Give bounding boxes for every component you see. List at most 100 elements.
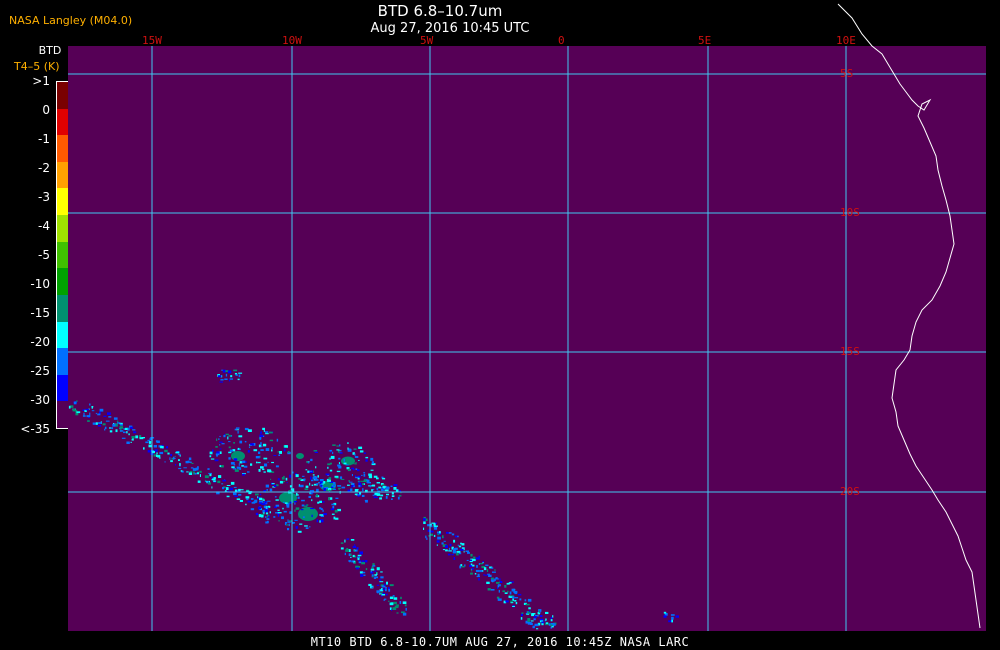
cloud-pixel <box>379 497 382 500</box>
cloud-pixel <box>70 405 74 408</box>
cloud-pixel <box>347 484 350 486</box>
cloud-pixel <box>329 449 333 452</box>
cloud-pixel <box>362 483 364 485</box>
cloud-pixel <box>325 473 330 476</box>
cloud-pixel <box>282 507 284 510</box>
cloud-pixel <box>354 453 356 456</box>
cloud-pixel <box>199 470 202 473</box>
cloud-pixel <box>135 435 139 439</box>
cloud-pixel <box>360 574 364 577</box>
cloud-pixel <box>365 456 369 459</box>
cloud-pixel <box>289 512 292 514</box>
cloud-pixel <box>294 519 298 521</box>
cloud-pixel <box>539 615 543 617</box>
cloud-pixel <box>351 467 354 469</box>
cloud-pixel <box>353 448 357 450</box>
cloud-pixel <box>222 479 227 482</box>
cloud-pixel <box>277 509 280 511</box>
cloud-pixel <box>405 607 407 611</box>
cloud-pixel <box>246 490 250 492</box>
cloud-pixel <box>502 590 506 593</box>
cloud-pixel <box>399 601 402 604</box>
cloud-pixel <box>253 449 258 452</box>
cloud-pixel <box>83 412 85 416</box>
cloud-pixel <box>255 493 259 496</box>
cloud-pixel <box>350 556 352 558</box>
cloud-pixel <box>153 445 157 448</box>
legend-label: -5 <box>38 248 50 262</box>
cloud-pixel <box>105 420 110 422</box>
cloud-pixel <box>232 468 236 470</box>
cloud-pixel <box>520 617 523 620</box>
cloud-pixel <box>363 473 366 477</box>
cloud-pixel <box>238 435 243 438</box>
cloud-pixel <box>227 436 229 440</box>
cloud-pixel <box>91 410 95 412</box>
cloud-pixel <box>348 560 351 562</box>
cloud-pixel <box>321 485 324 489</box>
cloud-pixel <box>449 543 452 547</box>
cloud-pixel <box>246 498 249 501</box>
cloud-pixel <box>238 493 242 496</box>
cloud-pixel <box>385 496 388 499</box>
cloud-pixel <box>346 538 350 540</box>
cloud-pixel <box>316 494 318 497</box>
cloud-pixel <box>230 462 235 465</box>
cloud-pixel <box>448 550 452 552</box>
cloud-pixel <box>269 469 272 473</box>
longitude-label: 5E <box>698 34 712 47</box>
cloud-pixel <box>336 449 340 451</box>
cloud-pixel <box>508 582 512 584</box>
cloud-pixel <box>174 455 176 458</box>
cloud-pixel <box>264 509 268 513</box>
cloud-pixel <box>104 428 106 431</box>
legend-label: -20 <box>30 335 50 349</box>
cloud-pixel <box>486 569 489 572</box>
cloud-pixel <box>334 509 338 513</box>
cloud-pixel <box>533 616 537 618</box>
cloud-pixel <box>295 526 298 529</box>
cloud-pixel <box>478 555 481 558</box>
cloud-pixel <box>87 420 90 422</box>
cloud-pixel <box>362 488 364 492</box>
cloud-pixel <box>219 465 222 467</box>
cloud-pixel <box>170 454 173 457</box>
cloud-pixel <box>374 574 377 576</box>
cloud-pixel <box>316 488 319 492</box>
cloud-pixel <box>194 472 197 475</box>
cloud-pixel <box>514 592 518 595</box>
cloud-pixel <box>159 456 161 459</box>
cloud-pixel <box>130 426 134 429</box>
cloud-pixel <box>456 553 459 556</box>
cloud-pixel <box>211 486 213 489</box>
cloud-pixel <box>230 481 235 485</box>
cloud-pixel <box>255 456 260 459</box>
cloud-pixel <box>268 515 270 518</box>
cloud-pixel <box>365 459 368 462</box>
cloud-pixel <box>273 485 277 487</box>
cloud-pixel <box>370 469 374 471</box>
cloud-pixel <box>156 440 160 443</box>
cloud-pixel <box>273 516 276 518</box>
cloud-pixel <box>233 442 235 444</box>
cloud-pixel <box>371 489 373 492</box>
cloud-pixel <box>205 479 207 482</box>
cloud-pixel <box>250 463 253 466</box>
cloud-pixel <box>509 591 512 595</box>
cloud-pixel <box>293 501 298 503</box>
cloud-pixel <box>212 478 216 481</box>
cloud-core <box>341 456 355 466</box>
cloud-pixel <box>305 485 309 488</box>
cloud-pixel <box>336 445 339 447</box>
cloud-pixel <box>452 550 457 554</box>
map-title: BTD 6.8–10.7um <box>377 2 503 20</box>
cloud-pixel <box>355 567 360 570</box>
cloud-pixel <box>531 613 536 615</box>
cloud-pixel <box>152 451 155 454</box>
cloud-pixel <box>330 486 334 488</box>
cloud-pixel <box>258 502 262 505</box>
cloud-pixel <box>271 449 273 452</box>
cloud-pixel <box>132 429 136 431</box>
cloud-pixel <box>451 554 454 556</box>
cloud-pixel <box>338 488 341 490</box>
